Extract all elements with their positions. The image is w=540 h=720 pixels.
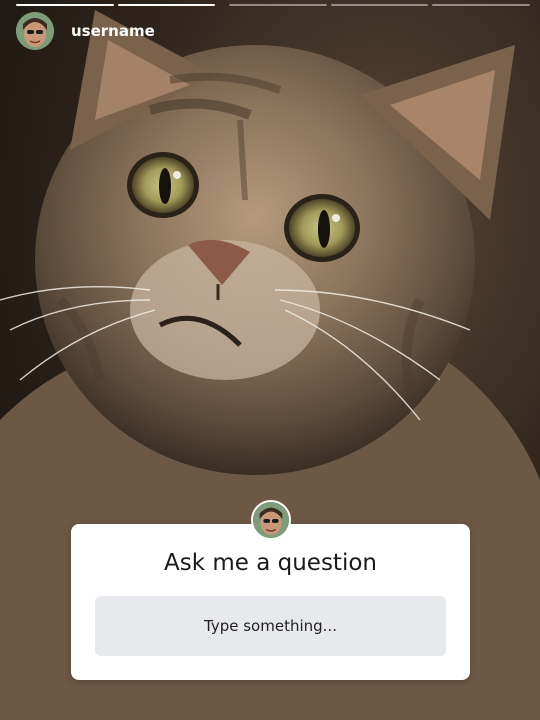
- avatar-photo: [16, 12, 54, 50]
- story-progress: [16, 4, 530, 6]
- sticker-avatar-photo: [252, 502, 289, 538]
- progress-segment-2: [117, 4, 216, 6]
- question-sticker[interactable]: Ask me a question: [71, 500, 470, 680]
- question-input[interactable]: [95, 596, 446, 656]
- progress-segment-4: [330, 4, 429, 6]
- story-viewer[interactable]: username Ask me a question: [0, 0, 540, 720]
- progress-segment-5: [432, 4, 530, 6]
- progress-segment-3: [229, 4, 327, 6]
- avatar[interactable]: [16, 12, 54, 50]
- story-header: username: [16, 12, 155, 50]
- username[interactable]: username: [71, 22, 155, 40]
- progress-segment-1: [16, 4, 114, 6]
- sticker-avatar: [250, 500, 291, 540]
- question-title: Ask me a question: [164, 550, 377, 576]
